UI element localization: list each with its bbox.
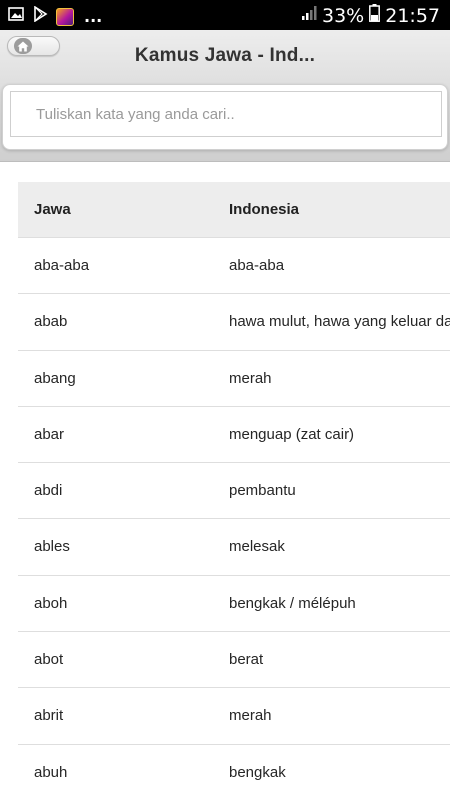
indonesia-cell: berat [229, 651, 264, 669]
notification-icons: ... [8, 5, 103, 27]
table-row[interactable]: abar menguap (zat cair) [18, 407, 450, 464]
table-header: Jawa Indonesia [18, 182, 450, 238]
table-row[interactable]: aboh bengkak / mélépuh [18, 576, 450, 633]
column-header-jawa: Jawa [34, 201, 71, 218]
status-right: 33% 21:57 [301, 4, 440, 27]
indonesia-cell: merah [229, 707, 272, 725]
app-header: Kamus Jawa - Ind... [0, 30, 450, 162]
jawa-cell: abrit [34, 707, 64, 725]
indonesia-cell: pembantu [229, 482, 296, 500]
status-bar: ... 33% 21:57 [0, 0, 450, 30]
image-icon [8, 6, 24, 27]
indonesia-cell: menguap (zat cair) [229, 425, 355, 443]
table-row[interactable]: abrit merah [18, 688, 450, 745]
jawa-cell: abang [34, 369, 76, 387]
indonesia-cell: bengkak / mélépuh [229, 594, 356, 612]
play-store-icon [32, 5, 48, 27]
search-container [2, 84, 448, 150]
table-row[interactable]: abdi pembantu [18, 463, 450, 520]
indonesia-cell: melesak [229, 538, 285, 556]
jawa-cell: ables [34, 538, 70, 556]
clock: 21:57 [385, 4, 440, 27]
jawa-cell: abot [34, 651, 64, 669]
jawa-cell: aboh [34, 594, 68, 612]
table-row[interactable]: abang merah [18, 351, 450, 407]
column-header-indonesia: Indonesia [229, 201, 300, 218]
jawa-cell: abar [34, 425, 65, 443]
app-thumbnail-icon [56, 7, 74, 26]
table-row[interactable]: abuh bengkak [18, 745, 450, 800]
signal-icon [301, 5, 317, 26]
jawa-cell: aba-aba [34, 257, 90, 274]
indonesia-cell: merah [229, 369, 272, 387]
overflow-dots: ... [84, 6, 103, 26]
dictionary-table: Jawa Indonesia aba-aba aba-aba abab hawa… [18, 182, 450, 800]
indonesia-cell: bengkak [229, 763, 286, 781]
table-row[interactable]: aba-aba aba-aba [18, 238, 450, 295]
table-row[interactable]: abab hawa mulut, hawa yang keluar dari m… [18, 294, 450, 351]
indonesia-cell: aba-aba [229, 257, 285, 274]
jawa-cell: abab [34, 313, 68, 331]
battery-percent: 33% [322, 4, 365, 27]
battery-icon [369, 4, 381, 27]
indonesia-cell: hawa mulut, hawa yang keluar dari mulut [229, 313, 450, 331]
search-input[interactable] [10, 91, 442, 137]
jawa-cell: abuh [34, 763, 68, 781]
jawa-cell: abdi [34, 482, 63, 500]
page-title: Kamus Jawa - Ind... [134, 45, 316, 66]
table-row[interactable]: abot berat [18, 632, 450, 689]
table-row[interactable]: ables melesak [18, 519, 450, 576]
